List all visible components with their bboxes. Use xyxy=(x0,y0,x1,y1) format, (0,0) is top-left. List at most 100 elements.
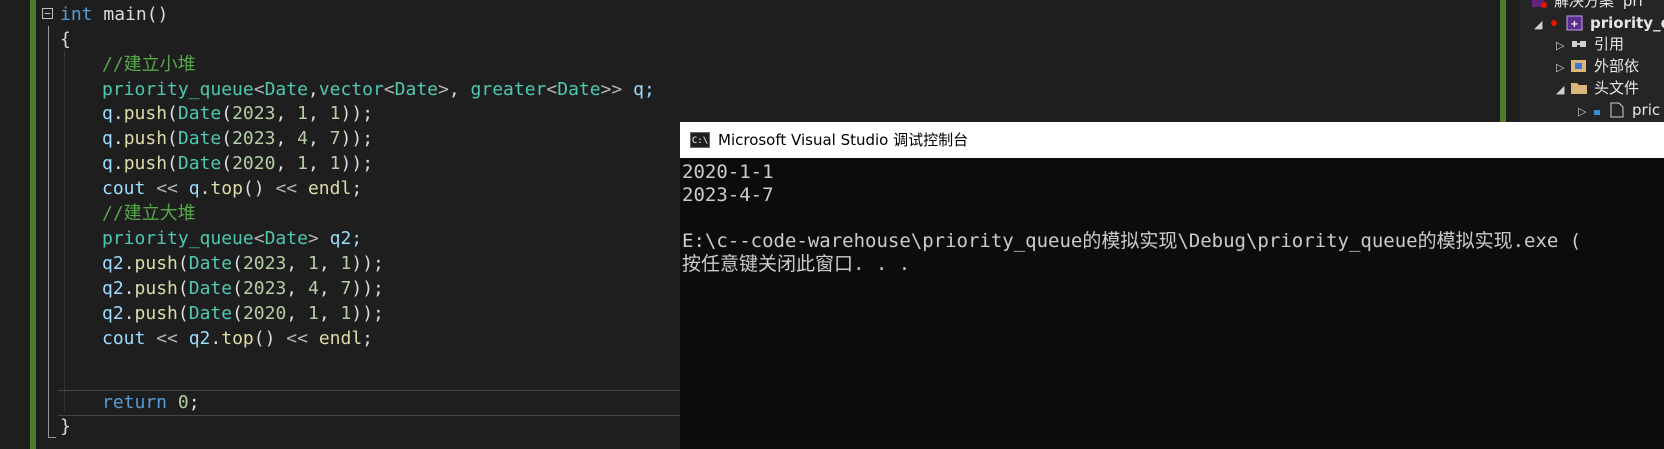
tree-item-label: 引用 xyxy=(1594,35,1625,53)
code-line-11[interactable]: q2.push(Date(2023, 1, 1)); xyxy=(102,251,384,277)
console-titlebar[interactable]: C:\ Microsoft Visual Studio 调试控制台 xyxy=(680,122,1664,158)
code-line-17[interactable]: } xyxy=(60,414,71,440)
code-token: ( xyxy=(221,103,233,124)
tree-item-header-file[interactable]: ▷ pric xyxy=(1578,99,1660,121)
code-line-7[interactable]: q.push(Date(2020, 1, 1)); xyxy=(102,151,373,177)
code-token: q xyxy=(188,178,200,199)
code-token: . xyxy=(123,253,135,274)
code-token: Date xyxy=(177,103,222,124)
code-line-3[interactable]: //建立小堆 xyxy=(102,52,196,78)
code-line-5[interactable]: q.push(Date(2023, 1, 1)); xyxy=(102,101,373,127)
code-token: . xyxy=(210,328,222,349)
tree-item-solution[interactable]: 解决方案 'pri xyxy=(1530,0,1643,12)
code-token: , xyxy=(318,253,341,274)
code-token: . xyxy=(112,153,124,174)
code-token: ( xyxy=(167,128,178,149)
code-token: 1 xyxy=(297,153,308,174)
code-token: , xyxy=(275,103,298,124)
references-icon xyxy=(1570,36,1588,52)
code-token: , xyxy=(286,303,308,324)
code-token: 1 xyxy=(297,103,308,124)
code-line-2[interactable]: { xyxy=(60,27,71,53)
expanded-arrow-icon[interactable]: ◢ xyxy=(1534,14,1548,36)
code-token: > xyxy=(307,228,319,249)
code-token: , xyxy=(307,79,319,100)
console-output-line: E:\c--code-warehouse\priority_queue的模拟实现… xyxy=(682,230,1582,252)
code-token: top xyxy=(210,178,243,199)
code-line-4[interactable]: priority_queue<Date,vector<Date>, greate… xyxy=(102,77,655,103)
code-line-12[interactable]: q2.push(Date(2023, 4, 7)); xyxy=(102,276,384,302)
code-token: < xyxy=(546,79,558,100)
code-line-9[interactable]: //建立大堆 xyxy=(102,201,196,227)
code-line-13[interactable]: q2.push(Date(2020, 1, 1)); xyxy=(102,301,384,327)
code-token: q2 xyxy=(188,328,211,349)
code-token: 4 xyxy=(297,128,308,149)
code-line-10[interactable]: priority_queue<Date> q2; xyxy=(102,226,362,252)
header-file-icon xyxy=(1608,102,1626,118)
code-token: 2020 xyxy=(232,153,276,174)
expanded-arrow-icon[interactable]: ◢ xyxy=(1556,79,1570,101)
code-token: )); xyxy=(340,153,374,174)
code-token: ( xyxy=(177,253,189,274)
error-dot-icon xyxy=(1548,15,1560,31)
tree-item-header-files[interactable]: ◢ 头文件 xyxy=(1556,77,1639,99)
debug-console-window[interactable]: C:\ Microsoft Visual Studio 调试控制台 2020-1… xyxy=(680,122,1664,449)
tree-item-references[interactable]: ▷ 引用 xyxy=(1556,33,1624,55)
code-token: push xyxy=(123,103,168,124)
collapsed-arrow-icon[interactable]: ▷ xyxy=(1556,57,1570,79)
code-token: 7 xyxy=(329,128,341,149)
code-token: ; xyxy=(188,392,200,413)
code-token: )); xyxy=(340,103,374,124)
code-token: 1 xyxy=(307,253,319,274)
code-line-1[interactable]: int main() xyxy=(60,2,168,28)
cpp-project-icon: + xyxy=(1566,15,1584,31)
code-token: cout xyxy=(102,178,146,199)
code-token: 2023 xyxy=(242,278,287,299)
code-line-14[interactable]: cout << q2.top() << endl; xyxy=(102,326,373,352)
code-token: < xyxy=(253,228,265,249)
code-token: Date xyxy=(264,79,308,100)
tree-item-external-deps[interactable]: ▷ 外部依 xyxy=(1556,55,1639,77)
svg-text:+: + xyxy=(1570,19,1578,30)
code-token: endl xyxy=(307,178,352,199)
code-token: () xyxy=(242,178,265,199)
code-token: 1 xyxy=(307,303,319,324)
tree-item-project[interactable]: ◢ + priority_qu xyxy=(1534,12,1664,34)
code-token: << xyxy=(145,178,189,199)
collapsed-arrow-icon[interactable]: ▷ xyxy=(1578,101,1592,122)
code-token: , xyxy=(318,303,341,324)
code-token: > xyxy=(438,79,449,100)
code-token: Date xyxy=(177,128,222,149)
code-token: } xyxy=(60,416,71,437)
code-token: )); xyxy=(351,303,384,324)
collapsed-arrow-icon[interactable]: ▷ xyxy=(1556,35,1570,57)
code-token: ( xyxy=(221,153,233,174)
code-token: q xyxy=(102,153,113,174)
code-token: < xyxy=(383,79,395,100)
code-token: Date xyxy=(188,278,233,299)
code-token: //建立大堆 xyxy=(102,203,196,224)
code-token: 1 xyxy=(340,303,352,324)
solution-icon xyxy=(1530,0,1548,9)
code-token: . xyxy=(112,128,124,149)
code-token: return xyxy=(102,392,168,413)
code-token: , xyxy=(275,128,298,149)
code-line-8[interactable]: cout << q.top() << endl; xyxy=(102,176,362,202)
code-line-16[interactable]: return 0; xyxy=(102,390,200,416)
code-token: main() xyxy=(92,4,169,25)
code-token: ( xyxy=(167,153,178,174)
code-line-6[interactable]: q.push(Date(2023, 4, 7)); xyxy=(102,126,373,152)
code-token: . xyxy=(123,303,135,324)
code-token: top xyxy=(221,328,254,349)
code-token: q2; xyxy=(318,228,363,249)
console-output-line: 2023-4-7 xyxy=(682,184,774,206)
code-token: 2023 xyxy=(232,128,276,149)
code-token: ( xyxy=(232,253,243,274)
external-deps-icon xyxy=(1570,58,1588,74)
code-token: ; xyxy=(351,178,363,199)
code-token: , xyxy=(307,153,330,174)
code-token: 0 xyxy=(177,392,189,413)
code-token: )); xyxy=(351,253,384,274)
collapse-icon[interactable]: − xyxy=(42,8,53,19)
code-token: q; xyxy=(622,79,655,100)
